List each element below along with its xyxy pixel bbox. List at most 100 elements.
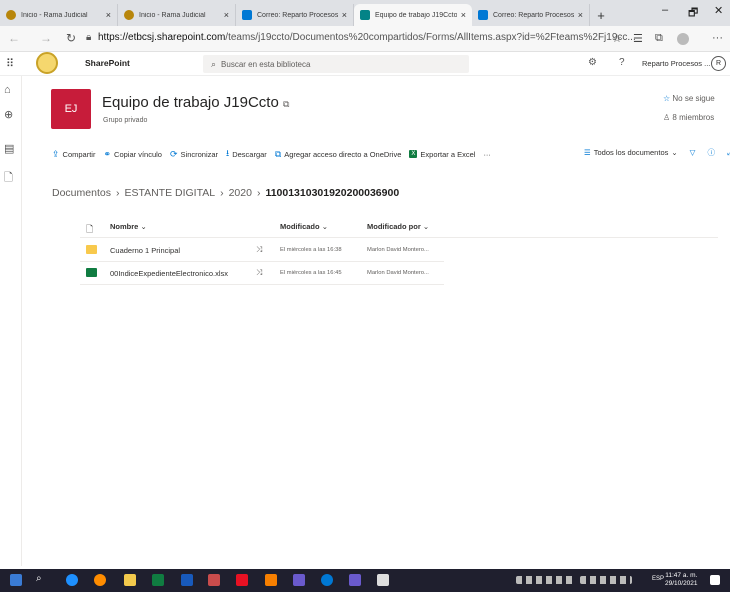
suite-bar: ⠿ SharePoint ⌕ Buscar en esta biblioteca… [0, 52, 730, 76]
copy-link-button[interactable]: ⚭ Copiar vínculo [103, 149, 162, 160]
browser-tab-2[interactable]: Inicio - Rama Judicial × [118, 4, 236, 26]
minimize-button[interactable]: – [662, 4, 668, 16]
refresh-icon[interactable]: ↻ [66, 31, 76, 45]
vlc-icon[interactable] [265, 574, 277, 586]
search-icon[interactable]: ⌕ [36, 573, 48, 585]
list-row-xlsx[interactable]: 00IndiceExpedienteElectronico.xlsx ⤨ El … [80, 263, 444, 285]
more-commands-button[interactable]: ··· [483, 150, 491, 159]
breadcrumb-current: 11001310301920200036900 [265, 187, 400, 199]
paint-icon[interactable] [208, 574, 220, 586]
windows-taskbar: ⌕ ESP 11:47 a. m. 29/10/2021 [0, 569, 730, 592]
browser-tab-4[interactable]: Equipo de trabajo J19Ccto × [354, 4, 472, 26]
sync-button[interactable]: ⟳ Sincronizar [170, 149, 218, 160]
news-icon[interactable]: ▤ [4, 142, 14, 155]
share-status-icon[interactable]: ⤨ [256, 268, 262, 278]
export-excel-button[interactable]: X Exportar a Excel [409, 150, 475, 159]
files-icon[interactable]: 🗋︎ [4, 169, 13, 188]
browser-tab-3[interactable]: Correo: Reparto Procesos C × [236, 4, 354, 26]
download-button[interactable]: ⭳ Descargar [226, 146, 267, 162]
sync-label: Sincronizar [180, 149, 219, 159]
app-icon[interactable] [349, 574, 361, 586]
collections-icon[interactable]: ⧉ [655, 32, 663, 45]
file-name[interactable]: Cuaderno 1 Principal [110, 246, 180, 255]
app-icon[interactable] [293, 574, 305, 586]
back-arrow-icon[interactable]: ← [8, 31, 20, 45]
copy-link-label: Copiar vínculo [114, 149, 162, 159]
file-type-column-icon[interactable]: 🗋︎ [86, 222, 93, 238]
favorite-star-icon[interactable]: ☆ [612, 32, 622, 45]
shortcut-icon: ⧉ [274, 148, 282, 159]
acrobat-icon[interactable] [236, 574, 248, 586]
view-selector[interactable]: Todos los documentos [594, 148, 669, 157]
account-name[interactable]: Reparto Procesos ... [642, 59, 710, 68]
add-shortcut-button[interactable]: ⧉ Agregar acceso directo a OneDrive [275, 149, 402, 160]
list-row-folder[interactable]: Cuaderno 1 Principal ⤨ El miércoles a la… [80, 240, 444, 262]
lock-icon: 🔒︎ [86, 32, 92, 43]
clock[interactable]: 11:47 a. m. 29/10/2021 [665, 572, 698, 588]
tab-title: Inicio - Rama Judicial [139, 11, 206, 19]
app-icon[interactable] [321, 574, 333, 586]
site-logo[interactable]: EJ [51, 89, 91, 129]
account-avatar[interactable]: R [711, 56, 726, 71]
help-icon[interactable]: ? [619, 57, 625, 68]
word-icon[interactable] [181, 574, 193, 586]
home-icon[interactable]: ⌂ [4, 84, 11, 96]
browser-tab-1[interactable]: Inicio - Rama Judicial × [0, 4, 118, 26]
close-window-button[interactable]: ✕ [714, 4, 723, 17]
share-button[interactable]: ⇪ Compartir [52, 149, 95, 160]
column-header-modified-by[interactable]: Modificado por ⌄ [367, 222, 429, 231]
link-icon: ⚭ [103, 148, 112, 159]
edge-icon[interactable] [66, 574, 78, 586]
column-header-name[interactable]: Nombre ⌄ [110, 222, 147, 231]
chrome-icon[interactable] [94, 574, 106, 586]
settings-gear-icon[interactable]: ⚙ [588, 57, 597, 68]
excel-icon[interactable] [152, 574, 164, 586]
app-launcher-icon[interactable]: ⠿ [6, 57, 14, 70]
modified-by: Marlon David Montero... [367, 270, 429, 276]
app-name[interactable]: SharePoint [85, 58, 130, 68]
maximize-button[interactable]: 🗗 [688, 4, 698, 23]
more-icon[interactable]: ··· [712, 32, 723, 44]
breadcrumb-item-documentos[interactable]: Documentos [52, 187, 111, 199]
file-explorer-icon[interactable] [124, 574, 136, 586]
filter-icon[interactable]: ▽ [690, 148, 696, 157]
language-indicator[interactable]: ESP [652, 576, 664, 582]
url-field[interactable]: https://etbcsj.sharepoint.com/teams/j19c… [98, 32, 636, 43]
export-excel-label: Exportar a Excel [420, 149, 476, 159]
download-label: Descargar [232, 149, 267, 159]
tab-close-icon[interactable]: × [578, 10, 583, 20]
start-windows-icon[interactable] [10, 574, 22, 586]
tab-close-icon[interactable]: × [106, 10, 111, 20]
system-tray-icons[interactable] [516, 576, 576, 584]
tab-close-icon[interactable]: × [224, 10, 229, 20]
tab-favicon-icon [124, 10, 134, 20]
notifications-icon[interactable] [710, 575, 720, 585]
follow-button[interactable]: ☆ No se sigue [663, 94, 715, 103]
tab-title: Correo: Reparto Procesos C [493, 11, 574, 19]
profile-icon[interactable] [677, 33, 689, 45]
site-subtitle: Grupo privado [103, 117, 148, 124]
system-tray-icons[interactable] [580, 576, 632, 584]
site-title[interactable]: Equipo de trabajo J19Ccto ⧉ [102, 94, 289, 111]
breadcrumb-item-estante[interactable]: ESTANTE DIGITAL [124, 187, 215, 199]
tab-close-icon[interactable]: × [342, 10, 347, 20]
favorites-list-icon[interactable]: ☰ [633, 32, 643, 45]
tab-close-icon[interactable]: × [461, 10, 466, 20]
modified-date: El miércoles a las 16:45 [280, 270, 342, 276]
search-input[interactable]: ⌕ Buscar en esta biblioteca [203, 55, 469, 73]
organization-logo[interactable] [36, 52, 58, 74]
browser-tab-5[interactable]: Correo: Reparto Procesos C × [472, 4, 590, 26]
chevron-down-icon[interactable]: ⌄ [671, 148, 677, 157]
info-icon[interactable]: ⓘ [707, 147, 715, 158]
app-icon[interactable] [377, 574, 389, 586]
globe-icon[interactable]: ⊕ [4, 108, 13, 121]
new-tab-button[interactable]: + [590, 4, 612, 26]
column-header-modified[interactable]: Modificado ⌄ [280, 222, 328, 231]
breadcrumb-item-year[interactable]: 2020 [229, 187, 252, 199]
excel-icon: X [409, 150, 418, 158]
forward-arrow-icon[interactable]: → [40, 31, 52, 45]
share-status-icon[interactable]: ⤨ [256, 245, 262, 255]
breadcrumb-chevron-icon: › [115, 187, 120, 199]
members-button[interactable]: ♙ 8 miembros [663, 113, 714, 122]
file-name[interactable]: 00IndiceExpedienteElectronico.xlsx [110, 269, 228, 278]
